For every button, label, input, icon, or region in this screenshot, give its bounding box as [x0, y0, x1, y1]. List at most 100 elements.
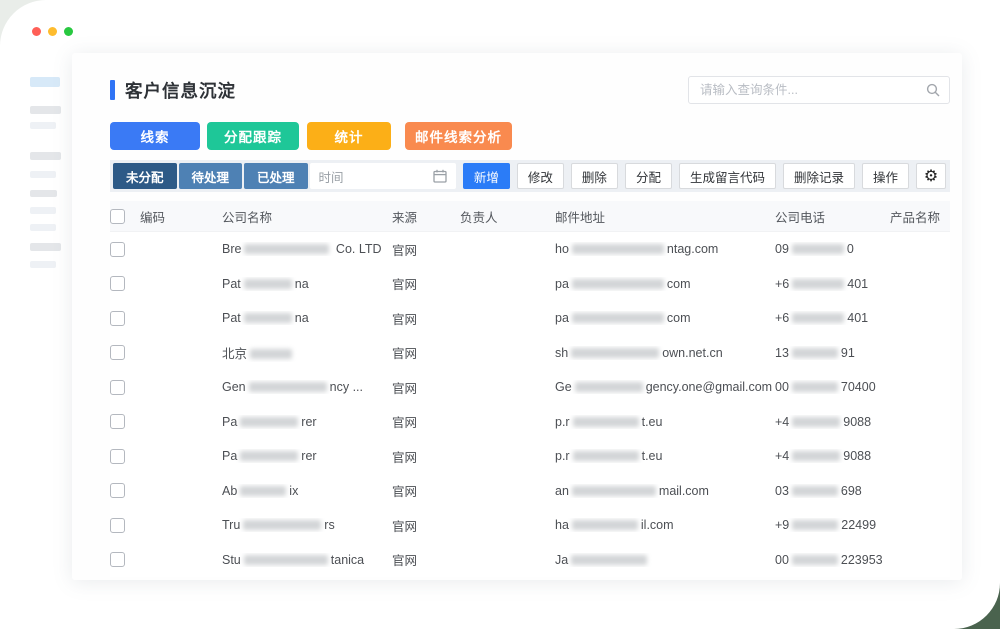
cell-phone-visible-prefix: 13	[775, 346, 789, 360]
cell-email-redacted	[573, 451, 639, 461]
nav-button-1[interactable]: 线索	[110, 122, 200, 150]
cell-phone-visible-prefix: 00	[775, 380, 789, 394]
time-filter-input[interactable]: 时间	[310, 163, 456, 189]
table-row-2[interactable]: Patna官网pacom+6401	[110, 267, 950, 302]
search-input[interactable]	[698, 82, 926, 98]
cell-email: Ja	[555, 553, 775, 567]
row-checkbox[interactable]	[110, 380, 125, 395]
table-row-4[interactable]: 北京官网shown.net.cn1391	[110, 336, 950, 371]
row-checkbox[interactable]	[110, 242, 125, 257]
search-box[interactable]	[688, 76, 950, 104]
cell-email-visible-prefix: ho	[555, 242, 569, 256]
close-dot[interactable]	[32, 27, 41, 36]
nav-button-3[interactable]: 统计	[307, 122, 391, 150]
cell-company-visible-suffix: ncy ...	[330, 380, 363, 394]
minimize-dot[interactable]	[48, 27, 57, 36]
cell-source: 官网	[392, 274, 460, 293]
cell-phone: +49088	[775, 449, 890, 463]
cell-phone-visible-prefix: +9	[775, 518, 789, 532]
row-checkbox[interactable]	[110, 483, 125, 498]
nav-button-4[interactable]: 邮件线索分析	[405, 122, 512, 150]
cell-email: p.rt.eu	[555, 449, 775, 463]
table-row-8[interactable]: Abix官网anmail.com03698	[110, 474, 950, 509]
table-row-3[interactable]: Patna官网pacom+6401	[110, 301, 950, 336]
column-header-product: 产品名称	[890, 207, 950, 226]
nav-button-2[interactable]: 分配跟踪	[207, 122, 299, 150]
search-icon[interactable]	[926, 83, 940, 97]
time-filter-placeholder: 时间	[319, 167, 433, 186]
cell-company-visible-prefix: Stu	[222, 553, 241, 567]
cell-company-visible-prefix: Pa	[222, 415, 237, 429]
cell-email-visible-prefix: pa	[555, 311, 569, 325]
action-button-2[interactable]: 修改	[517, 163, 564, 189]
status-tab-2[interactable]: 待处理	[179, 163, 243, 189]
select-all-checkbox[interactable]	[110, 209, 125, 224]
cell-email-visible-suffix: t.eu	[642, 449, 663, 463]
table-row-10[interactable]: Stutanica官网Ja00223953	[110, 543, 950, 578]
cell-email-visible-prefix: pa	[555, 277, 569, 291]
maximize-dot[interactable]	[64, 27, 73, 36]
cell-company-visible-prefix: Ab	[222, 484, 237, 498]
header-checkbox-cell	[110, 209, 140, 224]
cell-source: 官网	[392, 378, 460, 397]
column-header-source: 来源	[392, 207, 460, 226]
table-row-1[interactable]: Bre Co. LTD官网hontag.com090	[110, 232, 950, 267]
action-button-4[interactable]: 分配	[625, 163, 672, 189]
action-button-7[interactable]: 操作	[862, 163, 909, 189]
cell-phone-visible-suffix: 401	[847, 311, 868, 325]
action-button-3[interactable]: 删除	[571, 163, 618, 189]
cell-phone-visible-prefix: 03	[775, 484, 789, 498]
status-tabs: 未分配待处理已处理	[113, 163, 308, 189]
row-checkbox[interactable]	[110, 414, 125, 429]
page-title: 客户信息沉淀	[125, 78, 236, 103]
row-checkbox-cell	[110, 552, 140, 567]
cell-company-redacted	[249, 382, 327, 392]
column-header-phone: 公司电话	[775, 207, 890, 226]
cell-source: 官网	[392, 412, 460, 431]
cell-phone: +922499	[775, 518, 890, 532]
row-checkbox[interactable]	[110, 311, 125, 326]
cell-email-visible-prefix: Ja	[555, 553, 568, 567]
row-checkbox[interactable]	[110, 449, 125, 464]
row-checkbox[interactable]	[110, 518, 125, 533]
cell-email-visible-suffix: t.eu	[642, 415, 663, 429]
cell-company-visible-prefix: Pat	[222, 277, 241, 291]
action-button-6[interactable]: 删除记录	[783, 163, 855, 189]
cell-company-visible-suffix: rer	[301, 449, 316, 463]
cell-phone-redacted	[792, 313, 844, 323]
cell-email-visible-prefix: sh	[555, 346, 568, 360]
cell-company: Ab ix	[222, 484, 392, 498]
table-row-5[interactable]: Genncy ...官网Gegency.one@gmail.com0070400	[110, 370, 950, 405]
column-header-company: 公司名称	[222, 207, 392, 226]
cell-phone: +6401	[775, 277, 890, 291]
status-tab-1[interactable]: 未分配	[113, 163, 177, 189]
panel-header: 客户信息沉淀	[110, 75, 950, 105]
table-row-6[interactable]: Parer官网p.rt.eu+49088	[110, 405, 950, 440]
cell-email-visible-suffix: mail.com	[659, 484, 709, 498]
row-checkbox-cell	[110, 449, 140, 464]
cell-email: hontag.com	[555, 242, 775, 256]
row-checkbox-cell	[110, 518, 140, 533]
sidebar-skeleton-item[interactable]	[30, 77, 60, 87]
row-checkbox[interactable]	[110, 345, 125, 360]
cell-source: 官网	[392, 240, 460, 259]
table-row-9[interactable]: Trurs官网hail.com+922499	[110, 508, 950, 543]
cell-phone-redacted	[792, 417, 840, 427]
cell-phone-redacted	[792, 486, 838, 496]
main-panel: 客户信息沉淀 线索分配跟踪统计邮件线索分析 未分配待处理已处理 时间	[72, 53, 962, 580]
action-button-1[interactable]: 新增	[463, 163, 510, 189]
sidebar-skeleton-item	[30, 106, 61, 114]
row-checkbox[interactable]	[110, 552, 125, 567]
cell-company-visible-suffix: ix	[289, 484, 298, 498]
row-checkbox[interactable]	[110, 276, 125, 291]
cell-company-visible-suffix: rer	[301, 415, 316, 429]
cell-email: p.rt.eu	[555, 415, 775, 429]
table-row-7[interactable]: Parer官网p.rt.eu+49088	[110, 439, 950, 474]
cell-email-redacted	[572, 313, 664, 323]
status-tab-3[interactable]: 已处理	[244, 163, 308, 189]
cell-company-visible-prefix: 北京	[222, 347, 247, 361]
action-button-5[interactable]: 生成留言代码	[679, 163, 776, 189]
column-header-code: 编码	[140, 207, 222, 226]
settings-gear-button[interactable]: ⚙	[916, 163, 946, 189]
cell-email-redacted	[573, 417, 639, 427]
